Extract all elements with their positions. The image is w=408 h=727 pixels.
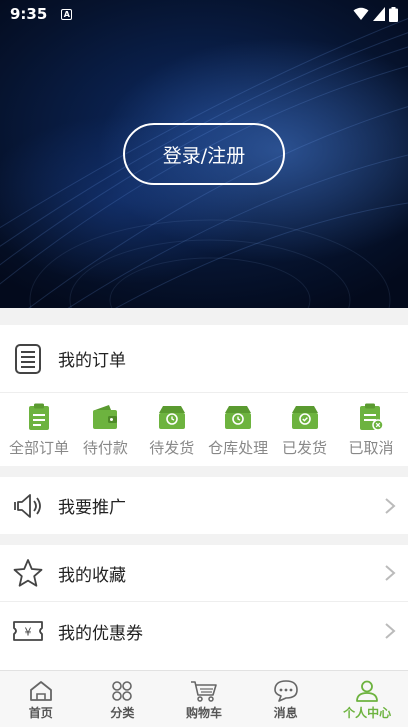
box-clock-icon xyxy=(225,406,252,429)
my-orders-header[interactable]: 我的订单 xyxy=(0,325,408,393)
order-shipped-label: 已发货 xyxy=(282,439,328,457)
my-orders-title: 我的订单 xyxy=(58,351,126,371)
favorites-row[interactable]: 我的收藏 xyxy=(0,545,408,602)
category-icon xyxy=(112,681,133,701)
clipboard-icon xyxy=(29,403,49,430)
coupon-ticket-icon: ¥ xyxy=(13,621,43,641)
message-icon xyxy=(273,680,298,702)
coupon-yuan-symbol: ¥ xyxy=(25,626,32,639)
signal-icon xyxy=(373,7,385,21)
order-status-row: 全部订单 待付款 待发货 仓库处理 已发货 已取消 xyxy=(0,393,408,458)
coupons-row[interactable]: ¥ 我的优惠券 xyxy=(0,602,408,660)
star-icon xyxy=(13,559,43,587)
order-pending-payment[interactable]: 待付款 xyxy=(72,403,138,458)
order-all[interactable]: 全部订单 xyxy=(6,403,72,458)
chevron-right-icon xyxy=(385,497,396,514)
order-cancelled-label: 已取消 xyxy=(348,439,394,457)
order-pending-payment-label: 待付款 xyxy=(82,439,128,457)
document-list-icon xyxy=(15,343,41,374)
battery-icon xyxy=(389,6,398,22)
profile-hero-banner: 9:35 A 登录/注册 xyxy=(0,0,408,308)
login-register-button[interactable]: 登录/注册 xyxy=(123,123,285,185)
order-warehouse-processing[interactable]: 仓库处理 xyxy=(205,403,271,458)
status-bar: 9:35 A xyxy=(0,0,408,28)
tab-messages[interactable]: 消息 xyxy=(245,671,327,727)
order-pending-shipment-label: 待发货 xyxy=(149,439,195,457)
wifi-icon xyxy=(353,7,369,20)
promote-label: 我要推广 xyxy=(58,498,126,518)
cart-icon xyxy=(190,681,217,702)
order-shipped[interactable]: 已发货 xyxy=(272,403,338,458)
tab-category-label: 分类 xyxy=(110,706,135,720)
my-orders-card: 我的订单 全部订单 待付款 待发货 仓库处理 已发货 已取消 xyxy=(0,325,408,466)
box-check-icon xyxy=(291,406,318,429)
person-icon xyxy=(356,680,379,702)
status-time: 9:35 xyxy=(10,5,48,23)
order-pending-shipment[interactable]: 待发货 xyxy=(139,403,205,458)
favorites-label: 我的收藏 xyxy=(58,565,126,586)
order-warehouse-processing-label: 仓库处理 xyxy=(208,439,269,457)
tab-home[interactable]: 首页 xyxy=(0,671,82,727)
chevron-right-icon xyxy=(385,623,396,639)
home-icon xyxy=(29,681,52,701)
coupons-label: 我的优惠券 xyxy=(58,623,143,644)
tab-profile[interactable]: 个人中心 xyxy=(326,671,408,727)
favorites-coupons-card: 我的收藏 ¥ 我的优惠券 xyxy=(0,545,408,670)
tab-category[interactable]: 分类 xyxy=(82,671,164,727)
clipboard-cancel-icon xyxy=(359,403,384,431)
tab-profile-label: 个人中心 xyxy=(343,706,392,720)
order-all-label: 全部订单 xyxy=(8,439,69,457)
box-clock-icon xyxy=(158,406,185,429)
promote-row[interactable]: 我要推广 xyxy=(0,477,408,534)
order-cancelled[interactable]: 已取消 xyxy=(338,403,404,458)
chevron-right-icon xyxy=(385,565,396,581)
status-notification-badge: A xyxy=(61,8,73,20)
bottom-tab-bar: 首页 分类 购物车 消息 个人中心 xyxy=(0,670,408,727)
tab-cart-label: 购物车 xyxy=(185,706,222,720)
promote-card: 我要推广 xyxy=(0,477,408,534)
tab-home-label: 首页 xyxy=(28,706,53,720)
tab-cart[interactable]: 购物车 xyxy=(163,671,245,727)
tab-messages-label: 消息 xyxy=(273,706,298,720)
wallet-icon xyxy=(93,405,118,429)
speaker-icon xyxy=(14,493,41,518)
